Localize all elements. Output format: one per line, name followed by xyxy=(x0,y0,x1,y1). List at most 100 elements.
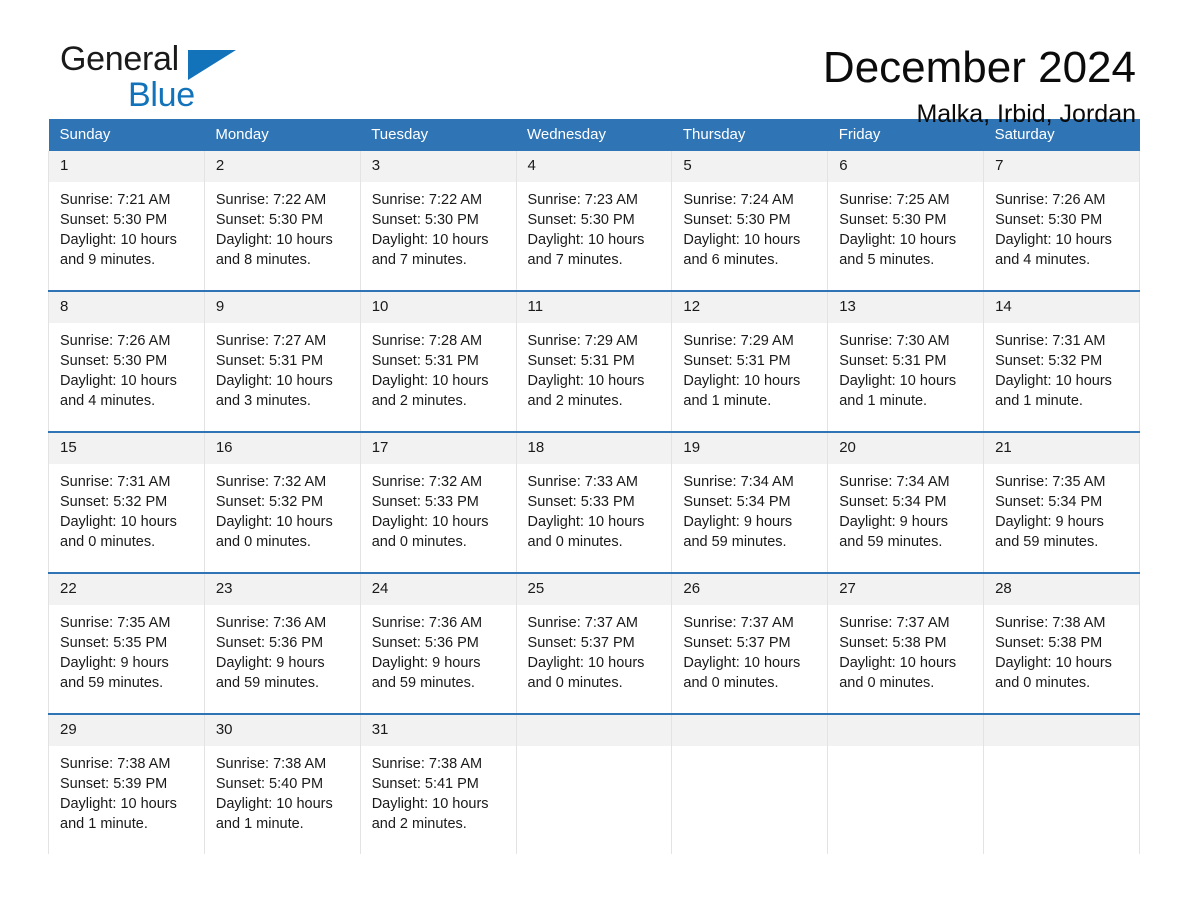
sunrise-text: Sunrise: 7:32 AM xyxy=(371,474,483,490)
sunset-text: Sunset: 5:39 PM xyxy=(60,776,168,792)
sunset-text: Sunset: 5:30 PM xyxy=(60,353,168,369)
calendar-cell-empty xyxy=(827,713,985,854)
sunrise-text: Sunrise: 7:36 AM xyxy=(215,615,327,631)
sunrise-text: Sunrise: 7:29 AM xyxy=(683,333,794,349)
calendar-day-cell[interactable]: 16 Sunrise: 7:32 AM Sunset: 5:32 PM Dayligh… xyxy=(203,431,361,573)
sunset-text: Sunset: 5:30 PM xyxy=(683,212,791,228)
sunset-text: Sunset: 5:30 PM xyxy=(995,212,1103,228)
day-details: Sunrise: 7:22 AM Sunset: 5:30 PM Daylight:… xyxy=(205,182,360,290)
sunset-text: Sunset: 5:34 PM xyxy=(683,494,791,510)
calendar-day-cell[interactable]: 15 Sunrise: 7:31 AM Sunset: 5:32 PM Dayligh… xyxy=(48,431,205,573)
day-number: 17 xyxy=(360,433,516,464)
calendar-day-cell[interactable]: 6 Sunrise: 7:25 AM Sunset: 5:30 PM Daylight… xyxy=(827,151,985,291)
day-number: 14 xyxy=(984,292,1139,323)
daylight-text: Daylight: 10 hours and 0 minutes. xyxy=(995,655,1112,691)
day-details: Sunrise: 7:28 AM Sunset: 5:31 PM Daylight:… xyxy=(361,323,516,431)
sunrise-text: Sunrise: 7:26 AM xyxy=(995,192,1106,208)
sunset-text: Sunset: 5:37 PM xyxy=(683,635,791,651)
sunrise-text: Sunrise: 7:33 AM xyxy=(527,474,638,490)
day-number: 4 xyxy=(516,151,672,182)
page-header: General Blue December 2024 Malka, Irbid,… xyxy=(48,0,1140,128)
day-number: 27 xyxy=(828,574,984,605)
sunrise-text: Sunrise: 7:34 AM xyxy=(683,474,794,490)
calendar-day-cell[interactable]: 24 Sunrise: 7:36 AM Sunset: 5:36 PM Dayligh… xyxy=(359,572,517,714)
calendar-day-cell[interactable]: 18 Sunrise: 7:33 AM Sunset: 5:33 PM Dayligh… xyxy=(515,431,673,573)
calendar-day-cell[interactable]: 28 Sunrise: 7:38 AM Sunset: 5:38 PM Dayligh… xyxy=(983,572,1140,714)
daylight-text: Daylight: 10 hours and 4 minutes. xyxy=(995,232,1112,268)
daylight-text: Daylight: 10 hours and 1 minute. xyxy=(839,373,957,409)
day-details: Sunrise: 7:29 AM Sunset: 5:31 PM Daylight:… xyxy=(517,323,672,431)
sunrise-text: Sunrise: 7:24 AM xyxy=(683,192,794,208)
sunrise-text: Sunrise: 7:38 AM xyxy=(995,615,1106,631)
day-details: Sunrise: 7:38 AM Sunset: 5:39 PM Daylight:… xyxy=(49,746,204,854)
calendar-day-cell[interactable]: 13 Sunrise: 7:30 AM Sunset: 5:31 PM Dayligh… xyxy=(827,290,985,432)
sunrise-text: Sunrise: 7:35 AM xyxy=(995,474,1106,490)
day-details: Sunrise: 7:36 AM Sunset: 5:36 PM Daylight:… xyxy=(361,605,516,713)
sunrise-sunset-calendar: Sunday Monday Tuesday Wednesday Thursday… xyxy=(48,119,1140,854)
calendar-day-cell[interactable]: 7 Sunrise: 7:26 AM Sunset: 5:30 PM Daylight… xyxy=(983,151,1140,291)
day-number: 22 xyxy=(49,574,204,605)
calendar-day-cell[interactable]: 10 Sunrise: 7:28 AM Sunset: 5:31 PM Dayligh… xyxy=(359,290,517,432)
calendar-day-cell[interactable]: 14 Sunrise: 7:31 AM Sunset: 5:32 PM Dayligh… xyxy=(983,290,1140,432)
calendar-day-cell[interactable]: 29 Sunrise: 7:38 AM Sunset: 5:39 PM Dayligh… xyxy=(48,713,205,854)
daylight-text: Daylight: 10 hours and 8 minutes. xyxy=(215,232,333,268)
day-number: 26 xyxy=(672,574,828,605)
sunrise-text: Sunrise: 7:37 AM xyxy=(839,615,950,631)
calendar-day-cell[interactable]: 30 Sunrise: 7:38 AM Sunset: 5:40 PM Dayligh… xyxy=(203,713,361,854)
calendar-day-cell[interactable]: 20 Sunrise: 7:34 AM Sunset: 5:34 PM Dayligh… xyxy=(827,431,985,573)
calendar-day-cell[interactable]: 25 Sunrise: 7:37 AM Sunset: 5:37 PM Dayligh… xyxy=(515,572,673,714)
day-number xyxy=(672,715,828,746)
calendar-page: General Blue December 2024 Malka, Irbid,… xyxy=(0,0,1188,918)
calendar-day-cell[interactable]: 23 Sunrise: 7:36 AM Sunset: 5:36 PM Dayligh… xyxy=(203,572,361,714)
day-number: 19 xyxy=(672,433,828,464)
calendar-cell-empty xyxy=(983,713,1140,854)
calendar-day-cell[interactable]: 5 Sunrise: 7:24 AM Sunset: 5:30 PM Daylight… xyxy=(671,151,829,291)
daylight-text: Daylight: 9 hours and 59 minutes. xyxy=(60,655,169,691)
day-details: Sunrise: 7:34 AM Sunset: 5:34 PM Daylight:… xyxy=(672,464,827,572)
generalblue-logo[interactable]: General Blue xyxy=(48,42,248,118)
calendar-day-cell[interactable]: 22 Sunrise: 7:35 AM Sunset: 5:35 PM Dayligh… xyxy=(48,572,205,714)
calendar-day-cell[interactable]: 27 Sunrise: 7:37 AM Sunset: 5:38 PM Dayligh… xyxy=(827,572,985,714)
daylight-text: Daylight: 10 hours and 0 minutes. xyxy=(527,655,645,691)
day-number: 13 xyxy=(828,292,984,323)
weekday-header-wednesday: Wednesday xyxy=(516,119,672,151)
calendar-day-cell[interactable]: 3 Sunrise: 7:22 AM Sunset: 5:30 PM Daylight… xyxy=(359,151,517,291)
day-details: Sunrise: 7:36 AM Sunset: 5:36 PM Daylight:… xyxy=(205,605,360,713)
calendar-day-cell[interactable]: 31 Sunrise: 7:38 AM Sunset: 5:41 PM Dayligh… xyxy=(359,713,517,854)
weekday-header-sunday: Sunday xyxy=(48,119,205,151)
sunrise-text: Sunrise: 7:22 AM xyxy=(215,192,327,208)
sunset-text: Sunset: 5:35 PM xyxy=(60,635,168,651)
sunset-text: Sunset: 5:36 PM xyxy=(371,635,479,651)
daylight-text: Daylight: 10 hours and 2 minutes. xyxy=(371,373,489,409)
daylight-text: Daylight: 10 hours and 1 minute. xyxy=(215,796,333,832)
calendar-day-cell[interactable]: 21 Sunrise: 7:35 AM Sunset: 5:34 PM Dayligh… xyxy=(983,431,1140,573)
calendar-day-cell[interactable]: 11 Sunrise: 7:29 AM Sunset: 5:31 PM Dayligh… xyxy=(515,290,673,432)
calendar-day-cell[interactable]: 26 Sunrise: 7:37 AM Sunset: 5:37 PM Dayligh… xyxy=(671,572,829,714)
calendar-day-cell[interactable]: 19 Sunrise: 7:34 AM Sunset: 5:34 PM Dayligh… xyxy=(671,431,829,573)
calendar-day-cell[interactable]: 17 Sunrise: 7:32 AM Sunset: 5:33 PM Dayligh… xyxy=(359,431,517,573)
calendar-cell-empty xyxy=(515,713,673,854)
calendar-day-cell[interactable]: 4 Sunrise: 7:23 AM Sunset: 5:30 PM Daylight… xyxy=(515,151,673,291)
day-number: 29 xyxy=(49,715,204,746)
sunrise-text: Sunrise: 7:31 AM xyxy=(60,474,171,490)
daylight-text: Daylight: 10 hours and 7 minutes. xyxy=(371,232,489,268)
daylight-text: Daylight: 10 hours and 0 minutes. xyxy=(527,514,645,550)
sunrise-text: Sunrise: 7:21 AM xyxy=(60,192,171,208)
daylight-text: Daylight: 10 hours and 1 minute. xyxy=(683,373,801,409)
day-details: Sunrise: 7:22 AM Sunset: 5:30 PM Daylight:… xyxy=(361,182,516,290)
sunset-text: Sunset: 5:30 PM xyxy=(839,212,947,228)
day-details: Sunrise: 7:34 AM Sunset: 5:34 PM Daylight:… xyxy=(828,464,983,572)
calendar-day-cell[interactable]: 2 Sunrise: 7:22 AM Sunset: 5:30 PM Daylight… xyxy=(203,151,361,291)
daylight-text: Daylight: 10 hours and 0 minutes. xyxy=(683,655,801,691)
day-details: Sunrise: 7:38 AM Sunset: 5:40 PM Daylight:… xyxy=(205,746,360,854)
day-number: 15 xyxy=(49,433,204,464)
calendar-day-cell[interactable]: 1 Sunrise: 7:21 AM Sunset: 5:30 PM Daylight… xyxy=(48,151,205,291)
sunset-text: Sunset: 5:36 PM xyxy=(215,635,324,651)
daylight-text: Daylight: 9 hours and 59 minutes. xyxy=(839,514,949,550)
daylight-text: Daylight: 9 hours and 59 minutes. xyxy=(371,655,481,691)
calendar-day-cell[interactable]: 9 Sunrise: 7:27 AM Sunset: 5:31 PM Daylight… xyxy=(203,290,361,432)
day-details: Sunrise: 7:23 AM Sunset: 5:30 PM Daylight:… xyxy=(517,182,672,290)
daylight-text: Daylight: 9 hours and 59 minutes. xyxy=(995,514,1104,550)
calendar-day-cell[interactable]: 12 Sunrise: 7:29 AM Sunset: 5:31 PM Dayligh… xyxy=(671,290,829,432)
calendar-day-cell[interactable]: 8 Sunrise: 7:26 AM Sunset: 5:30 PM Daylight… xyxy=(48,290,205,432)
